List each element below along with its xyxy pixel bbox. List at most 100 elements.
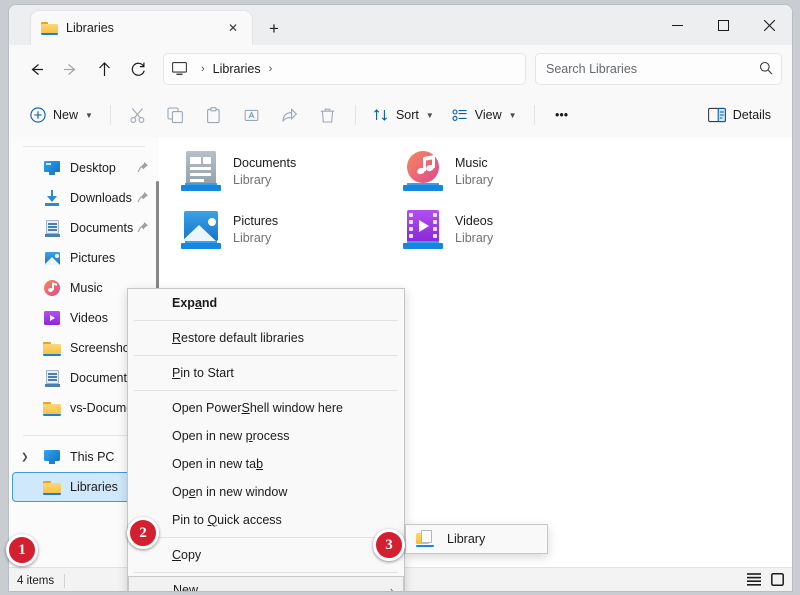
close-tab-icon[interactable]: ✕ bbox=[222, 17, 244, 39]
chevron-down-icon[interactable]: ▼ bbox=[426, 111, 434, 120]
refresh-button[interactable] bbox=[121, 52, 155, 86]
menu-item-label: Pin to Quick access bbox=[172, 513, 282, 527]
toolbar-divider-1 bbox=[109, 105, 111, 125]
step-badge-1: 1 bbox=[6, 534, 38, 566]
paste-button[interactable] bbox=[195, 100, 233, 130]
breadcrumb-separator-2[interactable]: › bbox=[269, 63, 273, 75]
new-tab-button[interactable]: + bbox=[261, 15, 287, 41]
pin-icon[interactable] bbox=[137, 221, 149, 236]
up-button[interactable] bbox=[87, 52, 121, 86]
chevron-down-icon[interactable]: ▼ bbox=[509, 111, 517, 120]
menu-item-open-in-new-window[interactable]: Open in new window bbox=[128, 478, 404, 506]
this-pc-icon[interactable] bbox=[172, 62, 187, 76]
chevron-right-icon[interactable]: ❯ bbox=[21, 452, 29, 463]
forward-button[interactable] bbox=[53, 52, 87, 86]
item-count-label: 4 items bbox=[17, 574, 55, 587]
menu-item-pin-to-quick-access[interactable]: Pin to Quick access bbox=[128, 506, 404, 534]
documents-library-icon bbox=[179, 150, 223, 194]
file-subtitle: Library bbox=[455, 231, 494, 245]
file-tile-pictures[interactable]: Pictures Library bbox=[179, 201, 409, 259]
sidebar-item-label: Desktop bbox=[70, 161, 116, 175]
sidebar-item-downloads[interactable]: Downloads bbox=[13, 183, 155, 213]
nav-separator-top bbox=[23, 146, 145, 147]
menu-item-open-powershell-window-here[interactable]: Open PowerShell window here bbox=[128, 394, 404, 422]
pictures-icon bbox=[43, 249, 61, 267]
chevron-down-icon[interactable]: ▼ bbox=[85, 111, 93, 120]
copy-button[interactable] bbox=[157, 100, 195, 130]
folder-icon bbox=[43, 480, 61, 495]
step-badge-3: 3 bbox=[373, 529, 405, 561]
more-options-button[interactable]: ••• bbox=[543, 100, 581, 130]
menu-separator bbox=[134, 355, 398, 356]
this-pc-icon bbox=[43, 448, 61, 466]
sidebar-item-documents[interactable]: Documents bbox=[13, 213, 155, 243]
menu-item-label: Open PowerShell window here bbox=[172, 401, 343, 415]
file-tile-videos[interactable]: Videos Library bbox=[401, 201, 631, 259]
sort-button[interactable]: Sort ▼ bbox=[364, 100, 443, 130]
menu-item-open-in-new-process[interactable]: Open in new process bbox=[128, 422, 404, 450]
breadcrumb[interactable]: › Libraries › bbox=[163, 53, 526, 85]
submenu-arrow-icon: › bbox=[390, 585, 393, 592]
back-button[interactable] bbox=[19, 52, 53, 86]
view-button[interactable]: View ▼ bbox=[443, 100, 526, 130]
file-tile-music[interactable]: Music Library bbox=[401, 143, 631, 201]
breadcrumb-separator-1[interactable]: › bbox=[201, 63, 205, 75]
details-pane-button[interactable]: Details bbox=[699, 100, 780, 130]
breadcrumb-label-libraries[interactable]: Libraries bbox=[213, 62, 261, 76]
view-button-label: View bbox=[474, 108, 502, 122]
step-badge-2: 2 bbox=[127, 517, 159, 549]
pin-icon[interactable] bbox=[137, 161, 149, 176]
sidebar-item-label: Documents bbox=[70, 371, 134, 385]
videos-library-icon bbox=[401, 208, 445, 252]
submenu-item-library[interactable]: Library bbox=[406, 525, 547, 553]
menu-item-label: New bbox=[173, 583, 199, 592]
title-bar: Libraries ✕ + bbox=[9, 5, 792, 45]
menu-item-new[interactable]: New › bbox=[128, 576, 404, 592]
menu-item-label: Open in new tab bbox=[172, 457, 264, 471]
delete-button[interactable] bbox=[309, 100, 347, 130]
menu-item-restore-default-libraries[interactable]: Restore default libraries bbox=[128, 324, 404, 352]
search-input[interactable] bbox=[544, 61, 759, 77]
pin-icon[interactable] bbox=[137, 191, 149, 206]
menu-item-label: Expand bbox=[172, 296, 218, 310]
minimize-button[interactable] bbox=[654, 5, 700, 45]
maximize-button[interactable] bbox=[700, 5, 746, 45]
sidebar-item-desktop[interactable]: Desktop bbox=[13, 153, 155, 183]
new-submenu[interactable]: Library bbox=[405, 524, 548, 554]
folder-icon bbox=[43, 341, 61, 356]
file-subtitle: Library bbox=[233, 231, 272, 245]
music-library-icon bbox=[401, 150, 445, 194]
cut-button[interactable] bbox=[119, 100, 157, 130]
close-button[interactable] bbox=[746, 5, 792, 45]
toolbar-divider-2 bbox=[354, 105, 356, 125]
rename-button[interactable] bbox=[233, 100, 271, 130]
menu-item-open-in-new-tab[interactable]: Open in new tab bbox=[128, 450, 404, 478]
search-icon[interactable] bbox=[759, 61, 773, 78]
menu-item-pin-to-start[interactable]: Pin to Start bbox=[128, 359, 404, 387]
menu-separator bbox=[134, 320, 398, 321]
menu-item-copy[interactable]: Copy bbox=[128, 541, 404, 569]
file-name: Pictures bbox=[233, 214, 279, 228]
menu-item-expand[interactable]: Expand bbox=[128, 289, 404, 317]
file-subtitle: Library bbox=[233, 173, 272, 187]
toolbar-divider-3 bbox=[533, 105, 535, 125]
sidebar-item-pictures[interactable]: Pictures bbox=[13, 243, 155, 273]
menu-item-label: Copy bbox=[172, 548, 202, 562]
music-icon bbox=[43, 279, 61, 297]
menu-item-label: Restore default libraries bbox=[172, 331, 305, 345]
menu-separator bbox=[134, 390, 398, 391]
list-view-icon[interactable] bbox=[747, 572, 761, 589]
videos-icon bbox=[43, 309, 61, 327]
tab-libraries[interactable]: Libraries ✕ bbox=[31, 11, 252, 45]
context-menu[interactable]: Expand Restore default libraries Pin to … bbox=[127, 288, 405, 592]
share-button[interactable] bbox=[271, 100, 309, 130]
document-icon bbox=[43, 219, 61, 237]
details-pane-icon[interactable] bbox=[771, 572, 784, 589]
file-name: Music bbox=[455, 156, 488, 170]
file-tile-documents[interactable]: Documents Library bbox=[179, 143, 409, 201]
sidebar-item-label: Libraries bbox=[70, 480, 118, 494]
search-box[interactable] bbox=[535, 53, 782, 85]
tab-label: Libraries bbox=[66, 21, 114, 35]
new-button[interactable]: New ▼ bbox=[21, 100, 102, 130]
download-icon bbox=[43, 189, 61, 207]
